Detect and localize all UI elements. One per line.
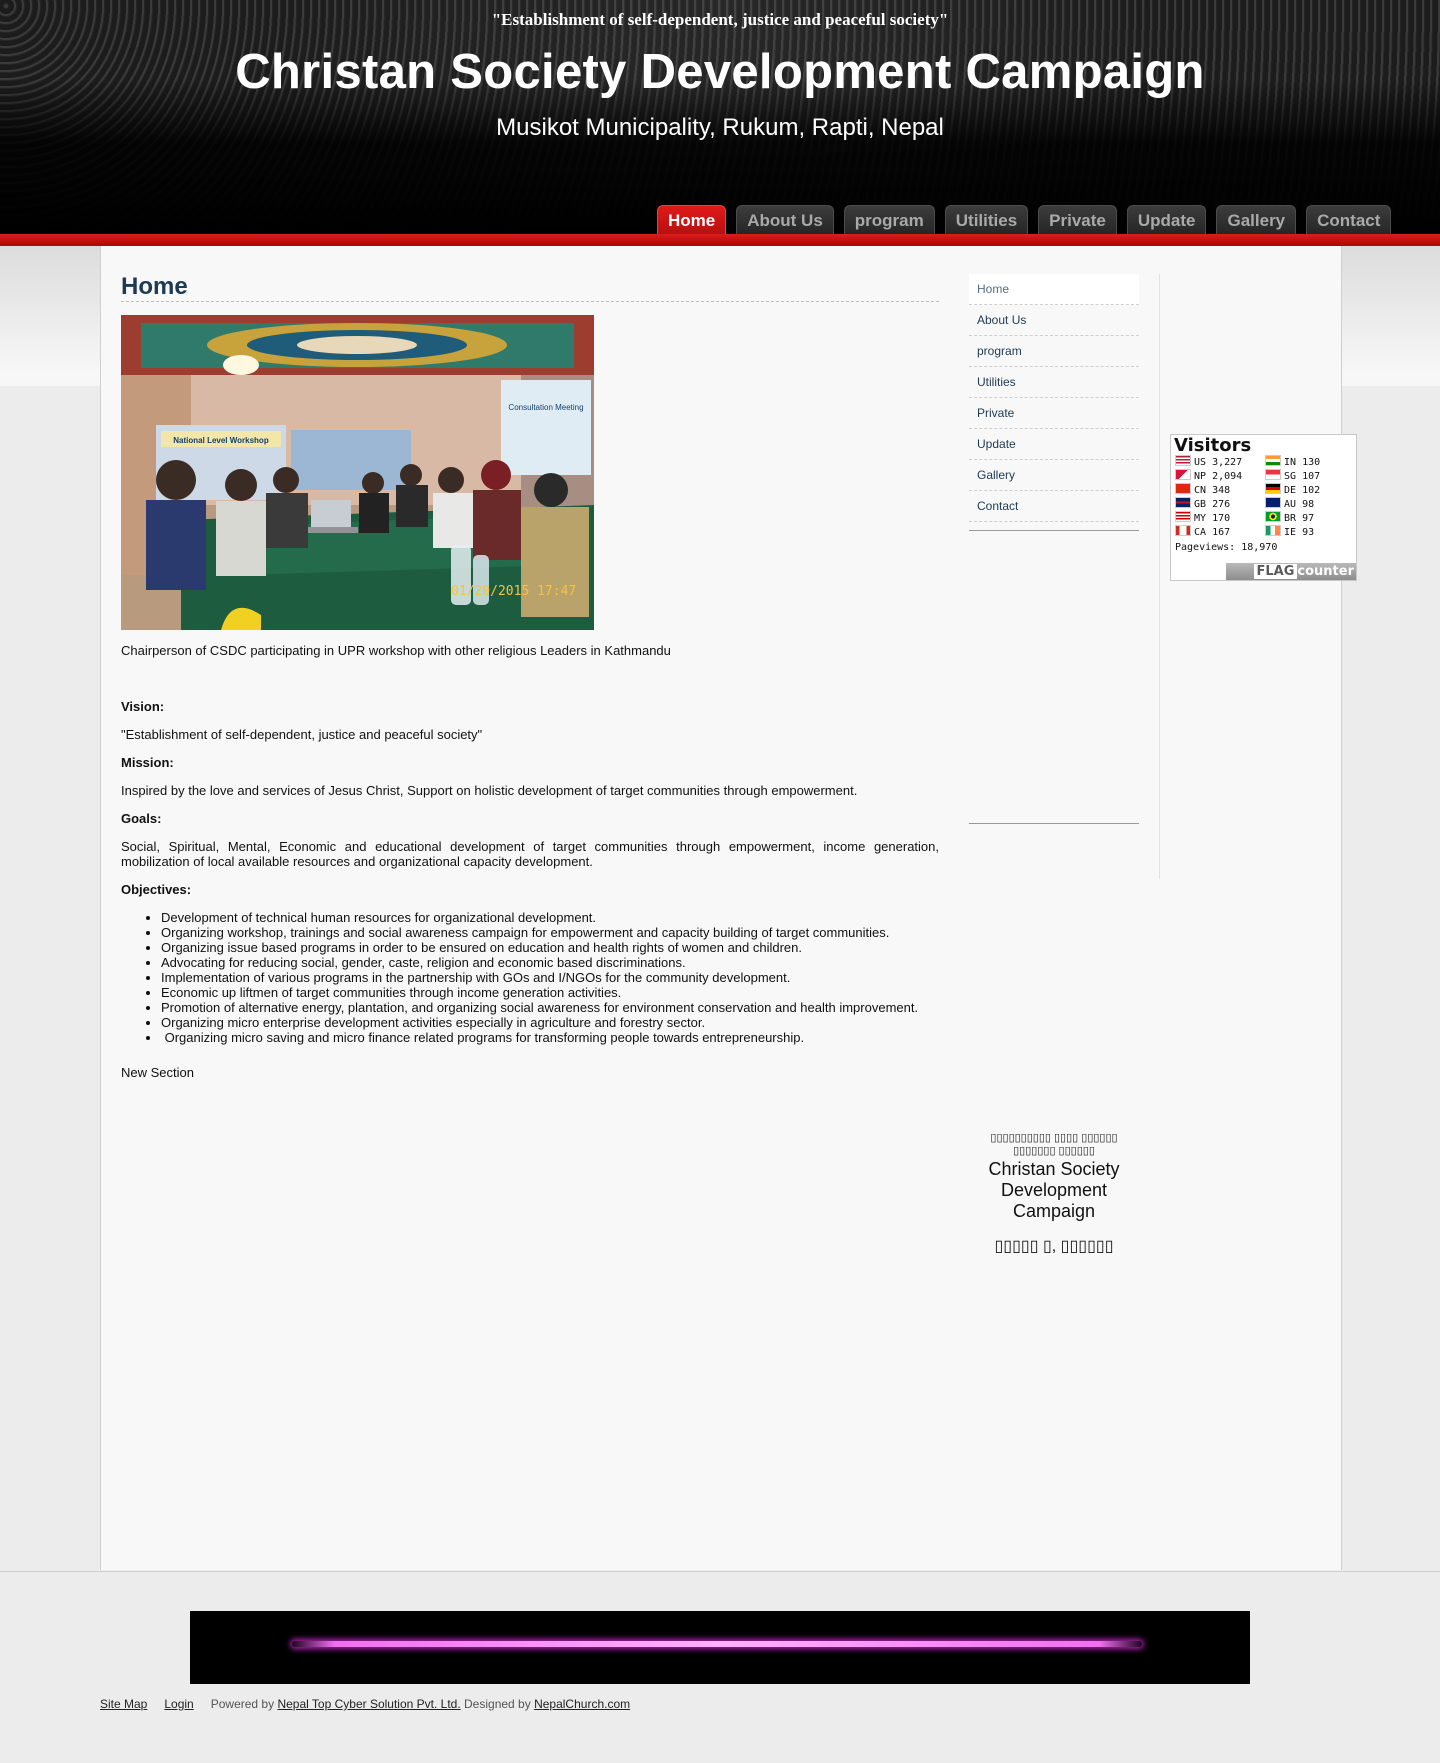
pageviews-count: Pageviews: 18,970 [1175, 542, 1278, 553]
site-map-link[interactable]: Site Map [100, 1697, 147, 1711]
header-red-bar [0, 234, 1440, 246]
us-flag-icon [1175, 455, 1191, 466]
br-flag-icon [1265, 511, 1281, 522]
footer-glow-line [292, 1641, 1142, 1647]
photo-caption: Chairperson of CSDC participating in UPR… [121, 643, 671, 658]
cn-flag-icon [1175, 483, 1191, 494]
np-flag-icon [1175, 469, 1191, 480]
sg-flag-icon [1265, 469, 1281, 480]
mission-text: Inspired by the love and services of Jes… [121, 783, 858, 798]
gb-flag-icon [1175, 497, 1191, 508]
sidebar-item-private[interactable]: Private [969, 398, 1139, 429]
sidebar-item-update[interactable]: Update [969, 429, 1139, 460]
sidebar-item-gallery[interactable]: Gallery [969, 460, 1139, 491]
org-address-nepali: ▯▯▯▯▯ ▯, ▯▯▯▯▯▯ [994, 1238, 1114, 1255]
sidebar-item-utilities[interactable]: Utilities [969, 367, 1139, 398]
flag-counter-row: NP 2,094 [1175, 469, 1242, 483]
list-item: Organizing micro enterprise development … [161, 1015, 939, 1030]
goals-text: Social, Spiritual, Mental, Economic and … [121, 839, 939, 869]
de-flag-icon [1265, 483, 1281, 494]
sidebar-divider [969, 530, 1139, 531]
powered-by-link[interactable]: Nepal Top Cyber Solution Pvt. Ltd. [277, 1697, 460, 1711]
sidebar-item-about-us[interactable]: About Us [969, 305, 1139, 336]
objectives-label: Objectives: [121, 882, 192, 897]
flag-counter-row: MY 170 [1175, 511, 1230, 525]
sidebar-item-home[interactable]: Home [969, 274, 1139, 305]
sidebar-item-program[interactable]: program [969, 336, 1139, 367]
designed-by-link[interactable]: NepalChurch.com [534, 1697, 630, 1711]
nav-tab-private[interactable]: Private [1038, 205, 1117, 234]
nav-tab-program[interactable]: program [843, 205, 935, 234]
au-flag-icon [1265, 497, 1281, 508]
top-nav: Home About Us program Utilities Private … [657, 205, 1401, 234]
sidebar-nav: Home About Us program Utilities Private … [969, 274, 1139, 522]
page-title: Home [121, 273, 939, 302]
photo-timestamp: 01/20/2015 17:47 [451, 584, 576, 599]
powered-by-text: Powered by [210, 1697, 275, 1711]
site-subtitle: Musikot Municipality, Rukum, Rapti, Nepa… [496, 114, 944, 141]
vision-label: Vision: [121, 699, 165, 714]
site-tagline: "Establishment of self-dependent, justic… [491, 10, 949, 29]
org-name-nepali: ▯▯▯▯▯▯▯▯▯▯ ▯▯▯▯ ▯▯▯▯▯▯ ▯▯▯▯▯▯▯ ▯▯▯▯▯▯ [990, 1132, 1118, 1157]
nav-tab-home[interactable]: Home [657, 205, 727, 234]
designed-by-text: Designed by [464, 1697, 531, 1711]
flag-counter-row: IN 130 [1265, 455, 1320, 469]
objectives-list: Development of technical human resources… [121, 910, 939, 1045]
in-flag-icon [1265, 455, 1281, 466]
list-item: Advocating for reducing social, gender, … [161, 955, 939, 970]
my-flag-icon [1175, 511, 1191, 522]
sidebar-item-contact[interactable]: Contact [969, 491, 1139, 522]
flag-counter-row: AU 98 [1265, 497, 1314, 511]
flag-counter-logo[interactable]: FLAG counter [1226, 563, 1356, 580]
sidebar-separator [1159, 274, 1160, 879]
list-item: Promotion of alternative energy, plantat… [161, 1000, 939, 1015]
flag-counter-row: SG 107 [1265, 469, 1320, 483]
ca-flag-icon [1175, 525, 1191, 536]
nav-tab-utilities[interactable]: Utilities [944, 205, 1029, 234]
list-item: Organizing workshop, trainings and socia… [161, 925, 939, 940]
list-item: Economic up liftmen of target communitie… [161, 985, 939, 1000]
footer-banner [190, 1611, 1250, 1684]
ie-flag-icon [1265, 525, 1281, 536]
flag-counter-row: GB 276 [1175, 497, 1230, 511]
flag-counter-row: IE 93 [1265, 525, 1314, 539]
sidebar-divider [969, 823, 1139, 824]
list-item: Organizing micro saving and micro financ… [161, 1030, 939, 1045]
new-section-text: New Section [121, 1065, 194, 1080]
nav-tab-update[interactable]: Update [1126, 205, 1207, 234]
flag-counter-row: BR 97 [1265, 511, 1314, 525]
flag-counter-title: Visitors [1174, 435, 1252, 456]
goals-label: Goals: [121, 811, 162, 826]
nav-tab-about-us[interactable]: About Us [736, 205, 834, 234]
photo-banner-text-2: Consultation Meeting [508, 403, 583, 412]
flag-counter-row: US 3,227 [1175, 455, 1242, 469]
list-item: Development of technical human resources… [161, 910, 939, 925]
vision-text: "Establishment of self-dependent, justic… [121, 727, 483, 742]
flag-counter-row: CA 167 [1175, 525, 1230, 539]
login-link[interactable]: Login [164, 1697, 193, 1711]
flag-counter-row: DE 102 [1265, 483, 1320, 497]
site-title[interactable]: Christan Society Development Campaign [0, 44, 1440, 100]
mission-label: Mission: [121, 755, 174, 770]
org-name-english: Christan Society Development Campaign [988, 1159, 1120, 1221]
list-item: Implementation of various programs in th… [161, 970, 939, 985]
main-content: Vision: "Establishment of self-dependent… [121, 699, 939, 1093]
photo-banner-text: National Level Workshop [173, 436, 269, 445]
list-item: Organizing issue based programs in order… [161, 940, 939, 955]
flag-counter-row: CN 348 [1175, 483, 1230, 497]
workshop-photo[interactable]: National Level Workshop Consultation Mee… [121, 315, 594, 630]
footer-links: Site Map Login Powered by Nepal Top Cyber … [100, 1697, 630, 1711]
nav-tab-gallery[interactable]: Gallery [1216, 205, 1297, 234]
flag-counter-widget[interactable]: Visitors US 3,227 NP 2,094 CN 348 GB 276… [1170, 434, 1357, 581]
nav-tab-contact[interactable]: Contact [1306, 205, 1392, 234]
